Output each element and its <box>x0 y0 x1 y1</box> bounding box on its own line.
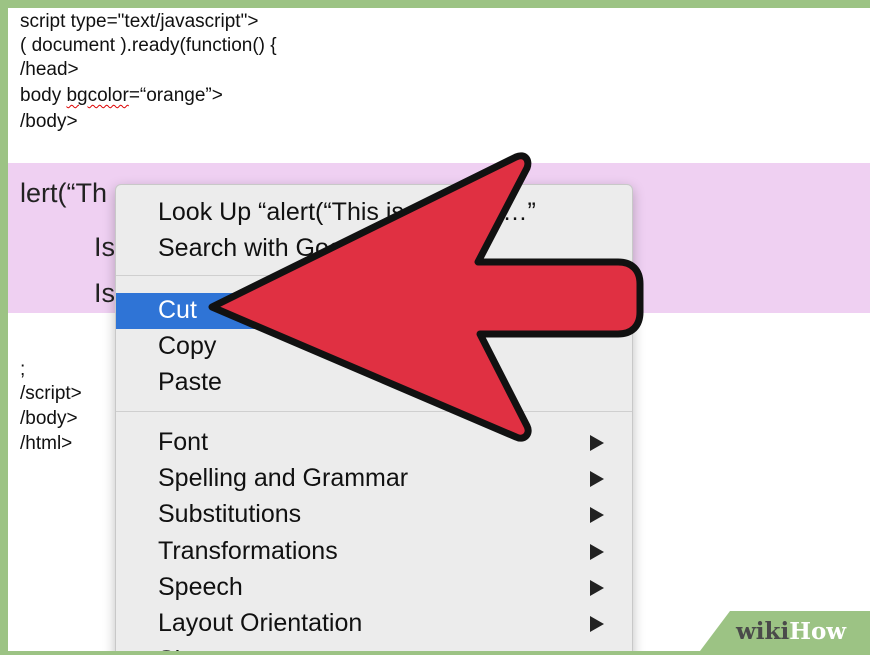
wikihow-watermark: wikiHow <box>700 611 870 651</box>
watermark-wiki: wiki <box>736 618 790 645</box>
watermark-how: How <box>789 618 847 645</box>
red-arrow-icon <box>208 152 644 442</box>
watermark-text: wikiHow <box>736 618 846 645</box>
